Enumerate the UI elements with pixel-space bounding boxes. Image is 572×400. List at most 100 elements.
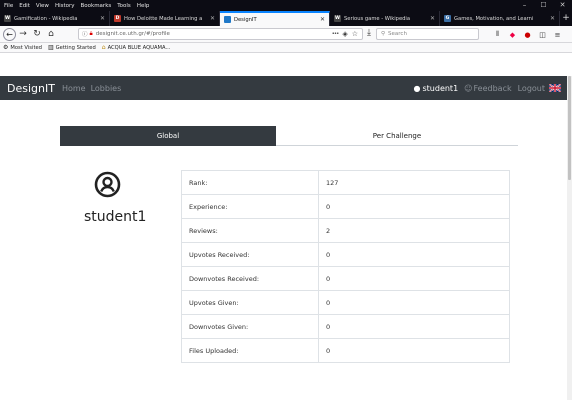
stat-label: Files Uploaded: [181, 338, 319, 363]
tab-strip: W Gamification - Wikipedia ✕ D How Deloi… [0, 11, 572, 26]
stat-label: Upvotes Given: [181, 290, 319, 315]
close-tab-icon[interactable]: ✕ [430, 15, 435, 22]
insecure-lock-icon[interactable]: 🔒︎ [90, 30, 93, 38]
book-icon: ▥ [47, 44, 54, 51]
games-favicon-icon: G [444, 15, 451, 22]
forward-arrow-icon[interactable]: → [16, 29, 30, 39]
reload-icon[interactable]: ↻ [30, 29, 44, 39]
close-tab-icon[interactable]: ✕ [320, 16, 325, 23]
download-icon[interactable]: ⤓ [362, 28, 376, 38]
feedback-link[interactable]: ☺ Feedback [464, 84, 511, 93]
bookmark-star-icon[interactable]: ☆ [352, 30, 358, 38]
page-actions-icon[interactable]: ••• [332, 31, 340, 37]
navbar-right: ● student1 ☺ Feedback Logout [414, 76, 561, 100]
designit-favicon-icon [224, 16, 231, 23]
stats-table: Rank: 127 Experience: 0 Reviews: 2 Upvot… [181, 170, 510, 363]
stat-label: Downvotes Given: [181, 314, 319, 339]
nav-home-link[interactable]: Home [62, 84, 86, 93]
stat-label: Upvotes Received: [181, 242, 319, 267]
menu-bookmarks[interactable]: Bookmarks [78, 3, 115, 9]
stat-value: 0 [318, 266, 510, 291]
close-tab-icon[interactable]: ✕ [210, 15, 215, 22]
nav-toolbar: ← → ↻ ⌂ ⓘ 🔒︎ designit.ce.uth.gr/#/profil… [0, 26, 572, 43]
tab-title: Gamification - Wikipedia [14, 15, 78, 22]
user-avatar-icon [94, 171, 121, 198]
extension-icon[interactable]: ◆ [505, 31, 520, 39]
bookmark-most-visited[interactable]: ⚙ Most Visited [0, 44, 45, 51]
tab-per-challenge[interactable]: Per Challenge [276, 126, 518, 146]
info-icon[interactable]: ⓘ [82, 30, 88, 38]
bookmark-label: Getting Started [55, 44, 96, 51]
maximize-icon[interactable]: ☐ [534, 0, 553, 11]
library-icon[interactable]: ⫴ [490, 30, 505, 39]
home-icon: ⌂ [101, 44, 106, 51]
feedback-label: Feedback [473, 83, 512, 93]
profile-tabs: Global Per Challenge [60, 126, 518, 146]
wikipedia-favicon-icon: W [334, 15, 341, 22]
tab-title: DesignIT [234, 16, 257, 23]
menu-history[interactable]: History [52, 3, 78, 9]
user-profile-link[interactable]: ● student1 [414, 84, 459, 93]
stat-label: Experience: [181, 194, 319, 219]
menu-edit[interactable]: Edit [16, 3, 33, 9]
stat-value: 0 [318, 338, 510, 363]
user-circle-icon: ● [413, 83, 421, 93]
close-window-icon[interactable]: ✕ [553, 0, 572, 11]
back-arrow-icon[interactable]: ← [3, 27, 16, 41]
uk-flag-icon[interactable] [549, 84, 561, 92]
browser-tab[interactable]: G Games, Motivation, and Learni ✕ [440, 11, 560, 26]
stat-value: 0 [318, 314, 510, 339]
gear-icon: ⚙ [3, 44, 9, 51]
tab-global[interactable]: Global [60, 126, 276, 146]
page-top-space [0, 53, 567, 76]
new-tab-icon[interactable]: + [560, 11, 572, 26]
menu-view[interactable]: View [33, 3, 52, 9]
close-tab-icon[interactable]: ✕ [550, 15, 555, 22]
browser-tab[interactable]: W Gamification - Wikipedia ✕ [0, 11, 110, 26]
close-tab-icon[interactable]: ✕ [100, 15, 105, 22]
table-row: Upvotes Given: 0 [181, 290, 510, 315]
window-controls: – ☐ ✕ [515, 0, 572, 11]
menu-tools[interactable]: Tools [114, 3, 134, 9]
browser-tab[interactable]: W Serious game - Wikipedia ✕ [330, 11, 440, 26]
table-row: Experience: 0 [181, 194, 510, 219]
url-text[interactable]: designit.ce.uth.gr/#/profile [96, 31, 332, 37]
search-input[interactable]: ⚲ Search [376, 28, 479, 40]
adblock-icon[interactable]: ● [520, 31, 535, 39]
stat-value: 0 [318, 290, 510, 315]
stat-value: 2 [318, 218, 510, 243]
deloitte-favicon-icon: D [114, 15, 121, 22]
bookmarks-toolbar: ⚙ Most Visited ▥ Getting Started ⌂ ACQUA… [0, 43, 572, 53]
menu-file[interactable]: File [0, 3, 16, 9]
table-row: Downvotes Received: 0 [181, 266, 510, 291]
url-bar[interactable]: ⓘ 🔒︎ designit.ce.uth.gr/#/profile ••• ◈ … [78, 28, 363, 40]
brand-logo[interactable]: DesignIT [7, 82, 55, 95]
hamburger-menu-icon[interactable]: ≡ [550, 31, 565, 39]
bookmark-getting-started[interactable]: ▥ Getting Started [45, 44, 99, 51]
tab-title: Games, Motivation, and Learni [454, 15, 534, 22]
stat-label: Reviews: [181, 218, 319, 243]
nav-lobbies-link[interactable]: Lobbies [91, 84, 122, 93]
browser-tab[interactable]: D How Deloitte Made Learning a ✕ [110, 11, 220, 26]
table-row: Files Uploaded: 0 [181, 338, 510, 363]
user-name: student1 [422, 83, 459, 93]
search-placeholder: Search [388, 31, 407, 37]
scrollbar-thumb[interactable] [568, 76, 571, 180]
stat-label: Downvotes Received: [181, 266, 319, 291]
minimize-icon[interactable]: – [515, 0, 534, 11]
sidebar-icon[interactable]: ◫ [535, 31, 550, 39]
home-icon[interactable]: ⌂ [44, 29, 58, 39]
pocket-icon[interactable]: ◈ [342, 30, 347, 38]
search-icon: ⚲ [381, 31, 386, 37]
menu-help[interactable]: Help [134, 3, 153, 9]
toolbar-right: ⫴ ◆ ● ◫ ≡ [490, 28, 565, 41]
table-row: Downvotes Given: 0 [181, 314, 510, 339]
logout-link[interactable]: Logout [518, 84, 545, 93]
bookmark-acqua[interactable]: ⌂ ACQUA BLUE AQUAMA... [99, 44, 174, 51]
feedback-icon: ☺ [464, 83, 473, 93]
browser-tab-active[interactable]: DesignIT ✕ [220, 11, 330, 26]
bookmark-label: Most Visited [10, 44, 42, 51]
table-row: Rank: 127 [181, 170, 510, 195]
stat-label: Rank: [181, 170, 319, 195]
menu-bar: File Edit View History Bookmarks Tools H… [0, 0, 572, 11]
